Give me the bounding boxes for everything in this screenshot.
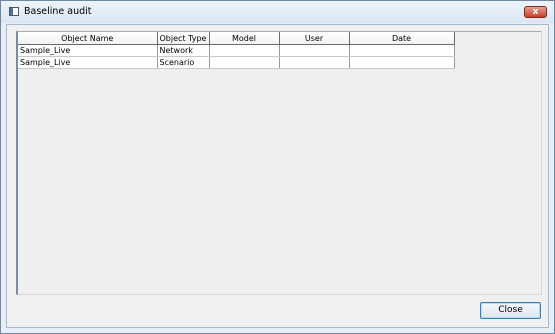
- window-title: Baseline audit: [24, 6, 92, 17]
- cell-date[interactable]: [349, 56, 455, 69]
- window-icon: [9, 7, 19, 16]
- column-header-date[interactable]: Date: [349, 32, 455, 45]
- cell-user[interactable]: [279, 44, 350, 57]
- column-header-object-name[interactable]: Object Name: [18, 32, 158, 45]
- cell-object-type[interactable]: Network: [157, 44, 210, 57]
- column-header-model[interactable]: Model: [209, 32, 280, 45]
- header-row: Object Name Object Type Model User Date: [18, 32, 455, 45]
- cell-object-name[interactable]: Sample_Live: [18, 56, 158, 69]
- audit-grid[interactable]: Object Name Object Type Model User Date …: [16, 31, 542, 295]
- cell-object-type[interactable]: Scenario: [157, 56, 210, 69]
- dialog-body: Object Name Object Type Model User Date …: [6, 24, 549, 328]
- close-button[interactable]: Close: [480, 302, 541, 319]
- audit-table: Object Name Object Type Model User Date …: [18, 32, 455, 69]
- column-header-object-type[interactable]: Object Type: [157, 32, 210, 45]
- close-icon[interactable]: x: [524, 6, 547, 18]
- cell-user[interactable]: [279, 56, 350, 69]
- title-bar: Baseline audit x: [1, 1, 554, 23]
- column-header-user[interactable]: User: [279, 32, 350, 45]
- cell-model[interactable]: [209, 44, 280, 57]
- table-row[interactable]: Sample_Live Network: [18, 44, 455, 57]
- cell-object-name[interactable]: Sample_Live: [18, 44, 158, 57]
- table-row[interactable]: Sample_Live Scenario: [18, 56, 455, 69]
- cell-date[interactable]: [349, 44, 455, 57]
- baseline-audit-dialog: Baseline audit x Object Name Object Type…: [0, 0, 555, 334]
- cell-model[interactable]: [209, 56, 280, 69]
